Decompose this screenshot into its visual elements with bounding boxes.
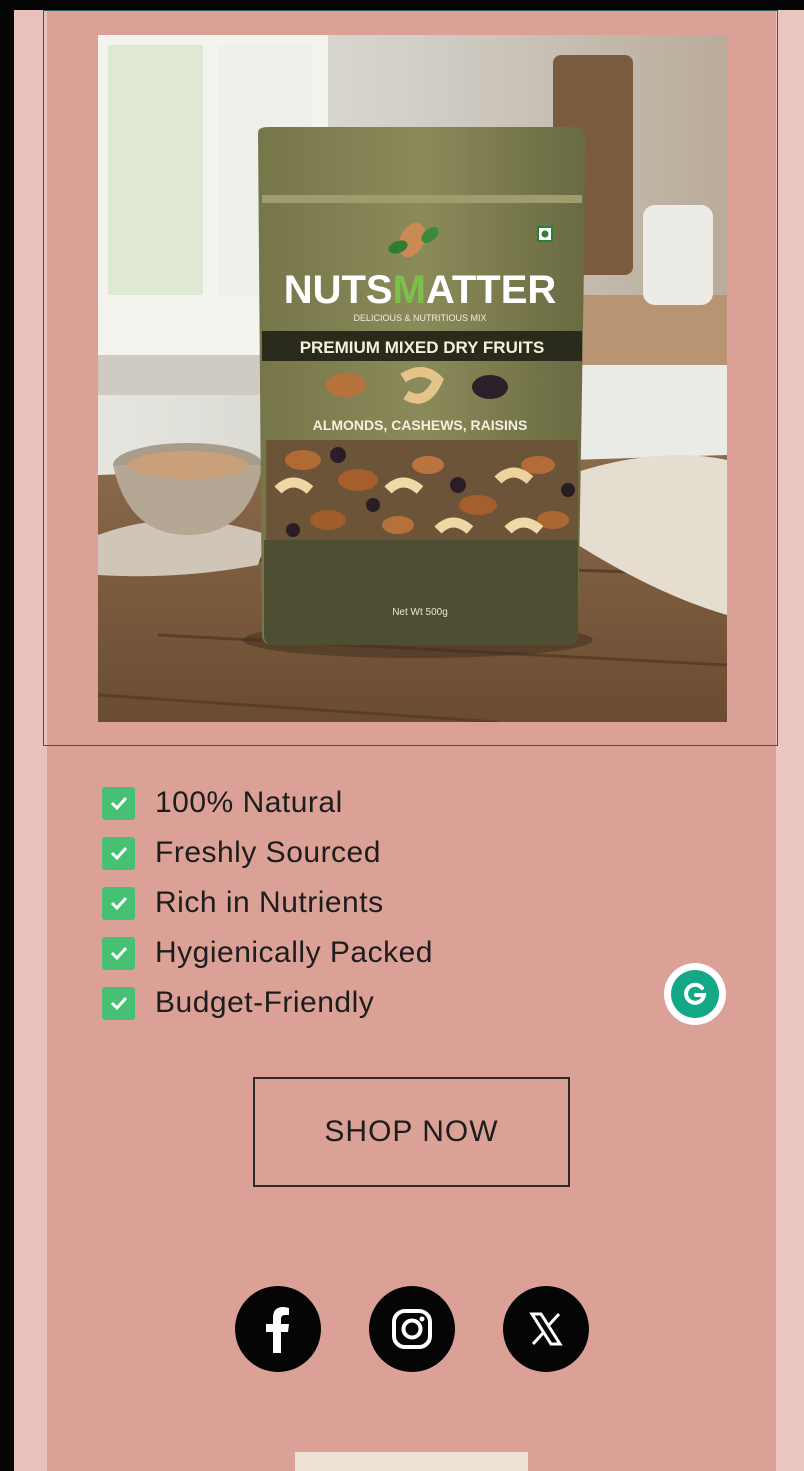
feature-list: 100% Natural Freshly Sourced Rich in Nut… bbox=[102, 778, 433, 1028]
pouch-contents: ALMONDS, CASHEWS, RAISINS bbox=[313, 417, 528, 433]
feature-label: Hygienically Packed bbox=[155, 936, 433, 969]
checkbox-checked-icon bbox=[102, 836, 135, 870]
bottom-partial-element bbox=[295, 1452, 528, 1471]
feature-item: Freshly Sourced bbox=[102, 828, 433, 878]
facebook-link[interactable] bbox=[235, 1286, 321, 1372]
brand-tagline: DELICIOUS & NUTRITIOUS MIX bbox=[353, 313, 486, 323]
checkbox-checked-icon bbox=[102, 886, 135, 920]
page-margin-right bbox=[776, 10, 804, 1471]
grammarly-icon[interactable] bbox=[664, 963, 726, 1025]
feature-label: Budget-Friendly bbox=[155, 986, 375, 1019]
checkbox-checked-icon bbox=[102, 786, 135, 820]
feature-item: Budget-Friendly bbox=[102, 978, 433, 1028]
checkbox-checked-icon bbox=[102, 936, 135, 970]
x-link[interactable] bbox=[503, 1286, 589, 1372]
feature-label: Freshly Sourced bbox=[155, 836, 381, 869]
shop-now-button[interactable]: SHOP NOW bbox=[253, 1077, 570, 1187]
product-photo: NUTSMATTER DELICIOUS & NUTRITIOUS MIX PR… bbox=[98, 35, 727, 722]
feature-item: Rich in Nutrients bbox=[102, 878, 433, 928]
facebook-icon bbox=[266, 1307, 289, 1353]
pouch-banner: PREMIUM MIXED DRY FRUITS bbox=[300, 338, 545, 357]
checkbox-checked-icon bbox=[102, 986, 135, 1020]
feature-label: 100% Natural bbox=[155, 786, 343, 819]
pouch-net-weight: Net Wt 500g bbox=[392, 607, 448, 618]
brand-logo-text: NUTSMATTER bbox=[284, 268, 557, 312]
feature-label: Rich in Nutrients bbox=[155, 886, 384, 919]
instagram-icon bbox=[392, 1309, 432, 1349]
window-frame-top bbox=[0, 0, 804, 10]
x-icon bbox=[529, 1312, 563, 1346]
instagram-link[interactable] bbox=[369, 1286, 455, 1372]
feature-item: Hygienically Packed bbox=[102, 928, 433, 978]
window-frame-left bbox=[0, 0, 14, 1471]
feature-item: 100% Natural bbox=[102, 778, 433, 828]
